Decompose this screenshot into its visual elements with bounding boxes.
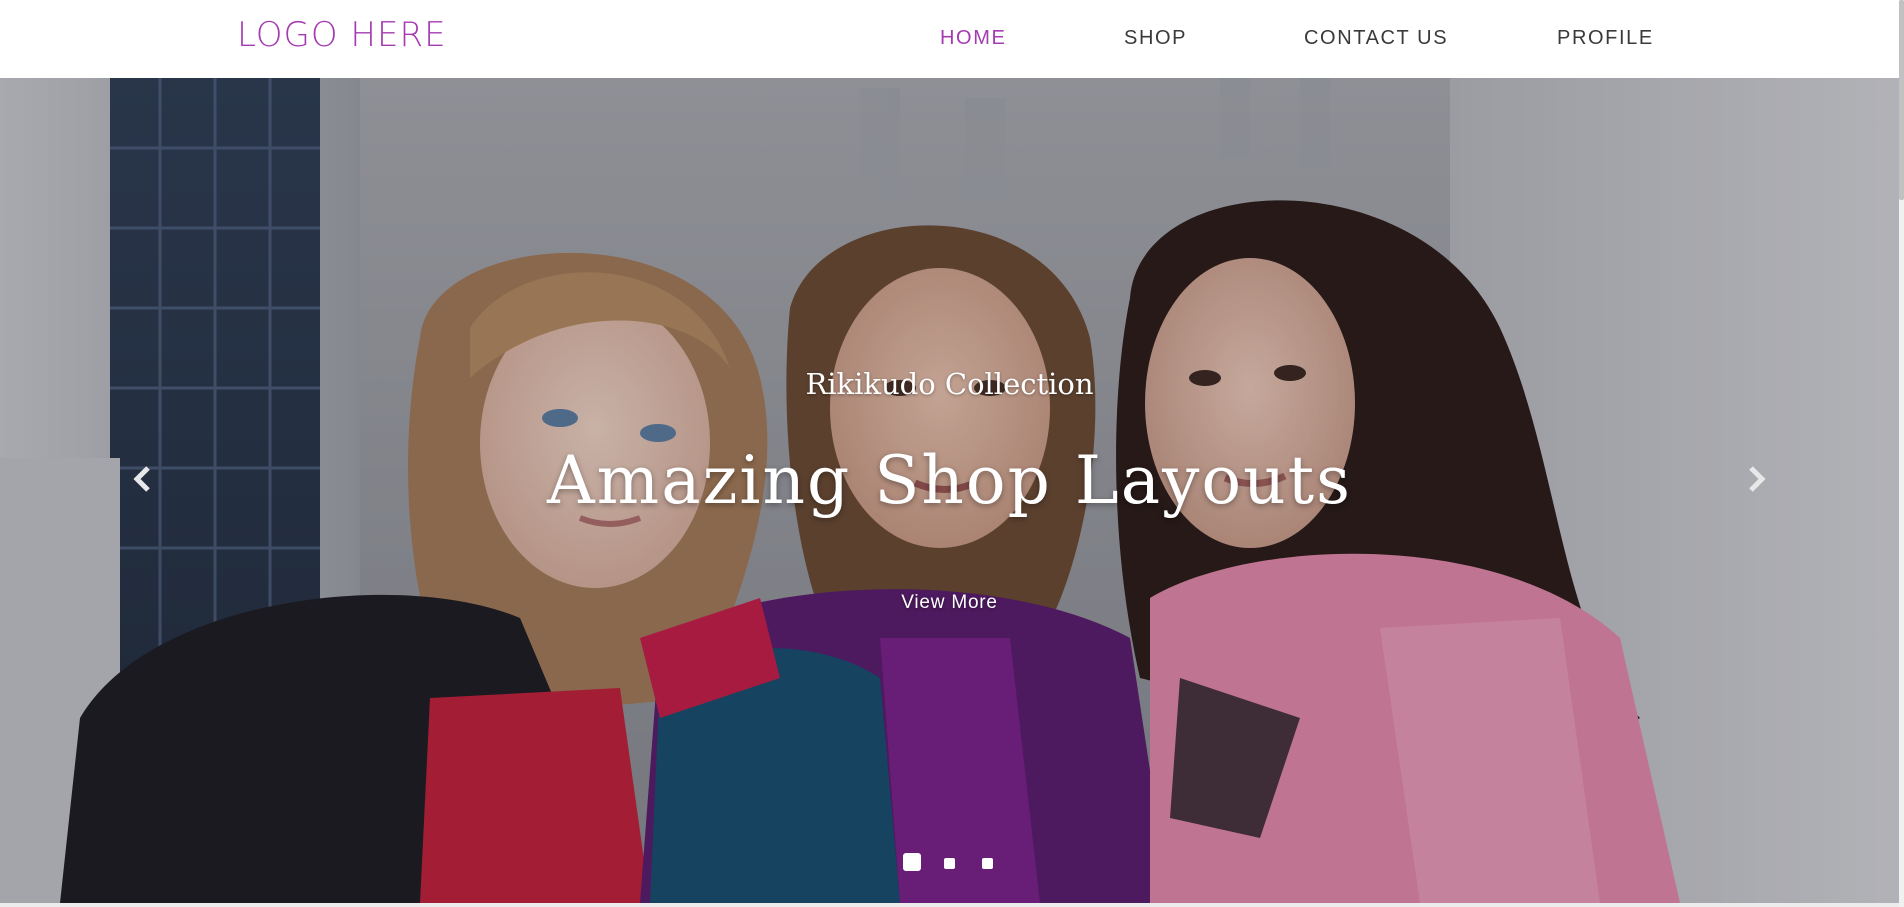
hero-subtitle: Rikikudo Collection: [805, 367, 1094, 401]
carousel-next-button[interactable]: [1741, 464, 1771, 494]
hero-carousel: Rikikudo Collection Amazing Shop Layouts…: [0, 78, 1899, 903]
carousel-indicator-1[interactable]: [903, 853, 921, 871]
chevron-left-icon: [133, 466, 150, 492]
carousel-indicator-3[interactable]: [982, 858, 993, 869]
nav-item-contact-us[interactable]: CONTACT US: [1304, 26, 1448, 50]
page-bottom-edge: [0, 903, 1899, 907]
page-scrollbar[interactable]: [1899, 0, 1904, 907]
nav-item-home[interactable]: HOME: [940, 26, 1006, 50]
page: LOGO HERE HOME SHOP CONTACT US PROFILE R…: [0, 0, 1904, 907]
site-logo[interactable]: LOGO HERE: [237, 18, 447, 52]
carousel-indicators: [0, 853, 1899, 873]
chevron-right-icon: [1749, 466, 1766, 492]
nav-item-shop[interactable]: SHOP: [1124, 26, 1187, 50]
nav-item-profile[interactable]: PROFILE: [1557, 26, 1654, 50]
carousel-indicator-2[interactable]: [944, 858, 955, 869]
carousel-prev-button[interactable]: [128, 464, 158, 494]
view-more-button[interactable]: View More: [887, 586, 1012, 620]
hero-title: Amazing Shop Layouts: [547, 442, 1352, 519]
scrollbar-thumb[interactable]: [1899, 0, 1904, 200]
site-header: LOGO HERE HOME SHOP CONTACT US PROFILE: [0, 0, 1899, 78]
